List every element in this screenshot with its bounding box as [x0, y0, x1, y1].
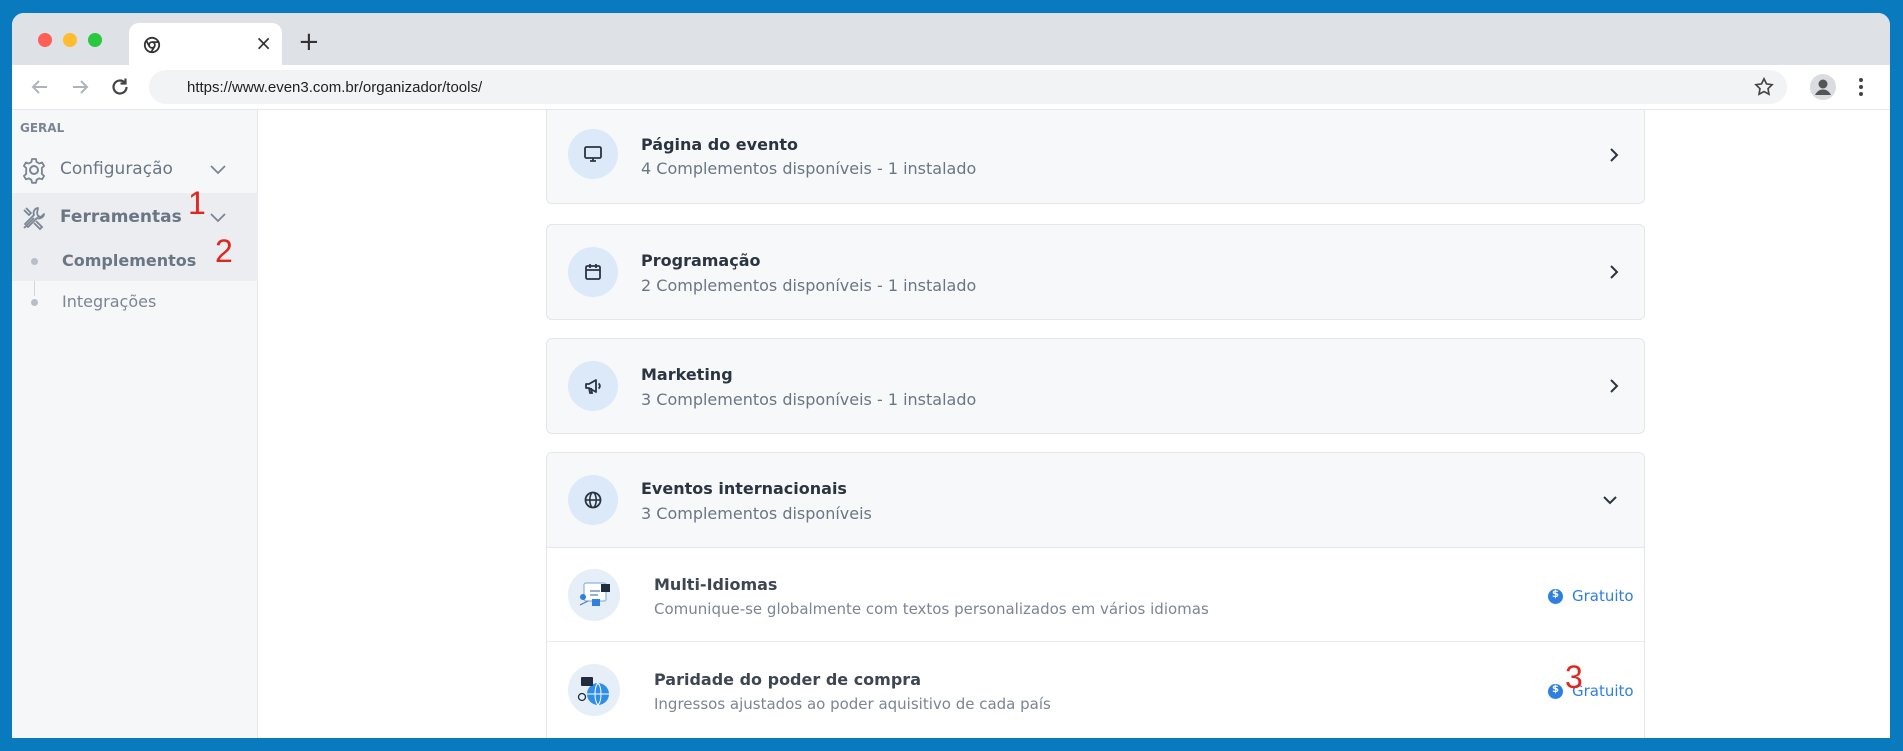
chrome-icon: [143, 36, 161, 54]
translation-illustration-icon: [579, 582, 610, 606]
addon-thumbnail: [568, 664, 620, 716]
sidebar-item-label: Ferramentas: [60, 207, 182, 227]
annotation-2: 2: [215, 233, 233, 269]
annotation-1: 1: [188, 185, 206, 221]
main-content: Página do evento 4 Complementos disponív…: [259, 110, 1890, 738]
browser-window: × + https://www.even3.com.br/organizador…: [12, 13, 1890, 738]
category-card-pagina-do-evento[interactable]: Página do evento 4 Complementos disponív…: [546, 110, 1645, 204]
addon-description: Comunique-se globalmente com textos pers…: [654, 600, 1209, 618]
sidebar-item-configuracao[interactable]: Configuração: [12, 145, 258, 193]
card-subtitle: 3 Complementos disponíveis: [641, 504, 872, 523]
sidebar-subitem-integracoes[interactable]: Integrações: [12, 282, 258, 322]
globe-purchase-illustration-icon: [577, 677, 609, 706]
tools-icon: [23, 207, 45, 231]
chevron-down-icon[interactable]: [209, 163, 227, 175]
card-title: Marketing: [641, 365, 733, 384]
addon-price-label: Gratuito: [1572, 587, 1634, 605]
category-icon-circle: [568, 475, 618, 525]
bookmark-star-icon[interactable]: [1753, 76, 1775, 98]
sidebar: GERAL Configuração Ferramentas Complemen…: [12, 110, 258, 738]
category-card-header[interactable]: Eventos internacionais 3 Complementos di…: [547, 453, 1644, 548]
globe-icon: [584, 491, 602, 509]
category-card-eventos-internacionais: Eventos internacionais 3 Complementos di…: [546, 452, 1645, 738]
addon-row-paridade-poder-compra[interactable]: Paridade do poder de compra Ingressos aj…: [547, 643, 1644, 737]
category-icon-circle: [568, 247, 618, 297]
back-arrow-icon[interactable]: [28, 75, 52, 99]
monitor-icon: [584, 146, 602, 162]
category-card-programacao[interactable]: Programação 2 Complementos disponíveis -…: [546, 224, 1645, 320]
url-text[interactable]: https://www.even3.com.br/organizador/too…: [187, 79, 482, 96]
annotation-3: 3: [1565, 659, 1583, 695]
bullet-icon: [31, 258, 38, 265]
megaphone-icon: [585, 379, 601, 394]
gear-icon: [23, 158, 45, 184]
close-window-button[interactable]: [38, 33, 52, 47]
sidebar-subitem-label: Complementos: [62, 251, 197, 270]
chevron-right-icon[interactable]: [1606, 264, 1622, 280]
card-subtitle: 2 Complementos disponíveis - 1 instalado: [641, 276, 977, 295]
card-subtitle: 4 Complementos disponíveis - 1 instalado: [641, 159, 977, 178]
address-bar[interactable]: https://www.even3.com.br/organizador/too…: [149, 70, 1787, 104]
sidebar-section-label: GERAL: [20, 121, 65, 135]
chevron-right-icon[interactable]: [1606, 378, 1622, 394]
bullet-icon: [31, 299, 38, 306]
chevron-down-icon[interactable]: [209, 211, 227, 223]
forward-arrow-icon[interactable]: [68, 75, 92, 99]
category-card-marketing[interactable]: Marketing 3 Complementos disponíveis - 1…: [546, 338, 1645, 434]
sidebar-subitem-label: Integrações: [62, 292, 157, 311]
maximize-window-button[interactable]: [88, 33, 102, 47]
addon-name: Multi-Idiomas: [654, 575, 778, 594]
reload-icon[interactable]: [108, 75, 132, 99]
kebab-menu-icon[interactable]: [1857, 76, 1865, 98]
browser-tab[interactable]: ×: [129, 23, 282, 65]
coin-icon: [1548, 589, 1563, 604]
card-subtitle: 3 Complementos disponíveis - 1 instalado: [641, 390, 977, 409]
addon-description: Ingressos ajustados ao poder aquisitivo …: [654, 695, 1051, 713]
profile-avatar-icon[interactable]: [1809, 73, 1837, 101]
category-icon-circle: [568, 361, 618, 411]
tab-close-icon[interactable]: ×: [255, 32, 272, 54]
title-bar: × +: [12, 13, 1890, 65]
addon-thumbnail: [568, 569, 620, 621]
browser-toolbar: https://www.even3.com.br/organizador/too…: [12, 65, 1890, 110]
chevron-right-icon[interactable]: [1606, 147, 1622, 163]
calendar-icon: [585, 264, 601, 280]
addon-row-multi-idiomas[interactable]: Multi-Idiomas Comunique-se globalmente c…: [547, 548, 1644, 642]
category-icon-circle: [568, 129, 618, 179]
sidebar-item-label: Configuração: [60, 159, 173, 179]
chevron-down-icon[interactable]: [1602, 492, 1618, 508]
card-title: Página do evento: [641, 135, 798, 154]
new-tab-icon[interactable]: +: [298, 29, 320, 55]
coin-icon: [1548, 684, 1563, 699]
card-title: Programação: [641, 251, 761, 270]
addon-name: Paridade do poder de compra: [654, 670, 921, 689]
card-title: Eventos internacionais: [641, 479, 847, 498]
minimize-window-button[interactable]: [63, 33, 77, 47]
